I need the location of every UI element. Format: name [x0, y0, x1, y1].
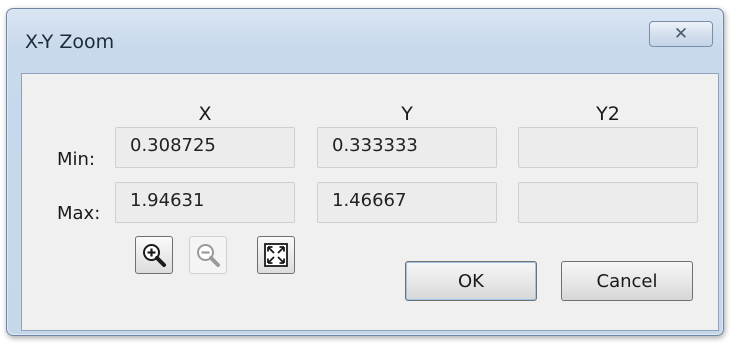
ok-button[interactable]: OK: [405, 261, 537, 301]
zoom-dialog: X-Y Zoom ✕ X Y Y2 Min: 0.308725 0.333333…: [6, 8, 724, 336]
column-header-x: X: [198, 103, 212, 125]
close-button[interactable]: ✕: [649, 21, 713, 47]
y-min-field[interactable]: 0.333333: [317, 127, 497, 168]
magnifier-minus-icon: [197, 244, 220, 267]
y2-max-field[interactable]: [518, 182, 698, 223]
cancel-button[interactable]: Cancel: [561, 261, 693, 301]
y2-min-field[interactable]: [518, 127, 698, 168]
zoom-in-button[interactable]: [135, 236, 173, 274]
x-max-field[interactable]: 1.94631: [115, 182, 295, 223]
zoom-fit-icon: [264, 243, 288, 267]
x-min-field[interactable]: 0.308725: [115, 127, 295, 168]
column-header-y2: Y2: [596, 103, 620, 125]
max-row-label: Max:: [57, 203, 101, 224]
close-icon: ✕: [673, 24, 689, 44]
zoom-fit-button[interactable]: [257, 236, 295, 274]
magnifier-plus-icon: [143, 244, 166, 267]
column-header-y: Y: [401, 103, 413, 125]
y-max-field[interactable]: 1.46667: [317, 182, 497, 223]
zoom-out-button[interactable]: [189, 236, 227, 274]
dialog-title: X-Y Zoom: [25, 31, 115, 53]
min-row-label: Min:: [57, 149, 96, 170]
